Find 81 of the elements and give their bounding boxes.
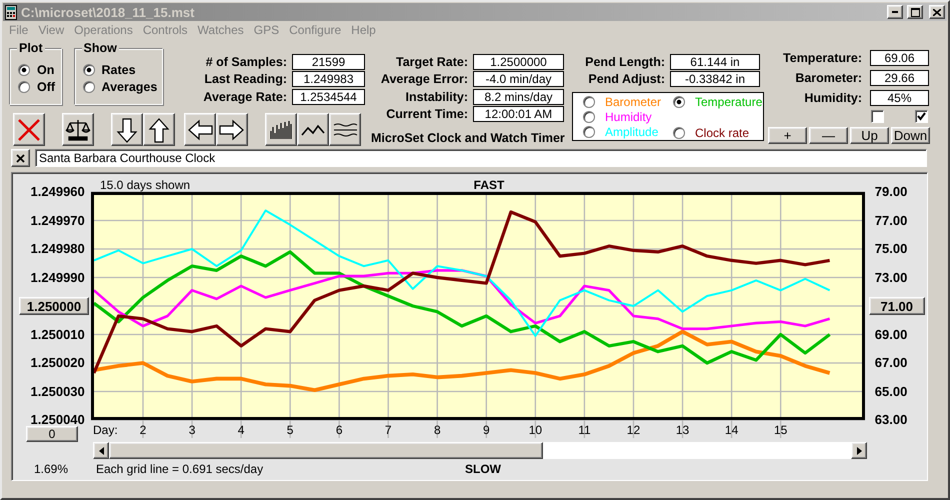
fast-label: FAST xyxy=(472,178,506,192)
radio-label: Averages xyxy=(102,80,158,94)
axis-label: 1.249980 xyxy=(30,241,85,256)
group-title: Show xyxy=(82,41,119,55)
adjust-button[interactable]: + xyxy=(768,127,807,144)
series-label: Temperature xyxy=(695,94,762,108)
day-label: 15 xyxy=(774,423,788,437)
field-label: Barometer: xyxy=(794,71,862,85)
field-label: Target Rate: xyxy=(394,54,468,69)
axis-label: 1.249990 xyxy=(30,270,85,284)
field-label: Humidity: xyxy=(803,91,862,105)
series-label: Clock rate xyxy=(695,126,750,140)
value-field: 1.2534544 xyxy=(292,88,365,105)
value-field: 21599 xyxy=(292,54,365,70)
value-field: 29.66 xyxy=(870,70,929,86)
adjust-button[interactable]: Down xyxy=(891,127,930,144)
app-name: MicroSet Clock and Watch Timer xyxy=(371,131,565,145)
radio-label: Rates xyxy=(102,63,136,77)
clock-name-field[interactable]: Santa Barbara Courthouse Clock xyxy=(35,149,927,167)
slow-label: SLOW xyxy=(464,462,502,476)
window-title: C:\microset\2018_11_15.mst xyxy=(21,4,196,20)
axis-label: 67.00 xyxy=(874,355,908,370)
radio-label: Off xyxy=(37,80,56,94)
value-field: 45% xyxy=(870,90,929,106)
day-label: 6 xyxy=(336,423,342,437)
percent-label: 1.69% xyxy=(33,462,70,476)
axis-label: 73.00 xyxy=(874,270,908,284)
value-field: 61.144 in xyxy=(670,54,760,70)
axis-label: 65.00 xyxy=(874,384,908,398)
value-field: 8.2 mins/day xyxy=(473,88,564,105)
day-label: 8 xyxy=(434,423,440,437)
field-label: Last Reading: xyxy=(203,72,287,86)
day-axis-title: Day: xyxy=(92,423,118,437)
day-label: 4 xyxy=(238,423,244,437)
group-title: Plot xyxy=(17,41,45,55)
day-label: 3 xyxy=(188,423,196,437)
axis-label: 1.250040 xyxy=(30,412,85,427)
adjust-button[interactable]: — xyxy=(809,127,848,144)
axis-label: 63.00 xyxy=(874,412,908,427)
value-field: 12:00:01 AM xyxy=(473,106,564,122)
reference-button[interactable]: 1.250000 xyxy=(19,297,89,315)
grid-note: Each grid line = 0.691 secs/day xyxy=(95,462,264,476)
field-label: # of Samples: xyxy=(204,54,287,69)
day-label: 5 xyxy=(286,423,294,437)
day-label: 11 xyxy=(578,423,590,437)
radio-label: On xyxy=(37,63,54,77)
day-label: 12 xyxy=(626,423,640,437)
adjust-button[interactable]: Up xyxy=(850,127,889,144)
field-label: Average Rate: xyxy=(202,90,287,104)
series-label: Amplitude xyxy=(605,124,658,138)
zero-button[interactable]: 0 xyxy=(26,426,78,442)
day-label: 9 xyxy=(482,423,490,437)
value-field: 1.249983 xyxy=(292,71,365,88)
series-label: Humidity xyxy=(605,110,652,124)
axis-label: 75.00 xyxy=(874,241,908,256)
field-label: Current Time: xyxy=(385,107,468,122)
value-field: -4.0 min/day xyxy=(473,71,564,88)
series-label: Barometer xyxy=(605,94,662,108)
field-label: Instability: xyxy=(404,90,468,104)
value-field: -0.33842 in xyxy=(670,71,760,88)
axis-label: 77.00 xyxy=(874,212,908,228)
axis-label: 1.249960 xyxy=(30,184,85,199)
value-field: 1.2500000 xyxy=(473,54,564,70)
field-label: Pend Adjust: xyxy=(587,72,665,86)
axis-label: 1.250020 xyxy=(30,355,85,370)
value-field: 69.06 xyxy=(870,50,929,66)
day-label: 14 xyxy=(724,423,738,437)
axis-label: 1.249970 xyxy=(30,212,85,228)
day-label: 13 xyxy=(676,423,689,437)
days-shown-label: 15.0 days shown xyxy=(100,178,192,192)
day-label: 2 xyxy=(139,423,146,437)
field-label: Average Error: xyxy=(380,72,468,86)
axis-label: 1.250030 xyxy=(30,384,85,398)
field-label: Pend Length: xyxy=(584,54,665,69)
reference-button[interactable]: 71.00 xyxy=(868,297,925,315)
field-label: Temperature: xyxy=(782,51,862,65)
axis-label: 1.250010 xyxy=(30,326,85,342)
axis-label: 69.00 xyxy=(874,326,908,342)
day-label: 7 xyxy=(384,423,392,437)
axis-label: 79.00 xyxy=(874,184,908,199)
day-label: 10 xyxy=(528,423,542,437)
